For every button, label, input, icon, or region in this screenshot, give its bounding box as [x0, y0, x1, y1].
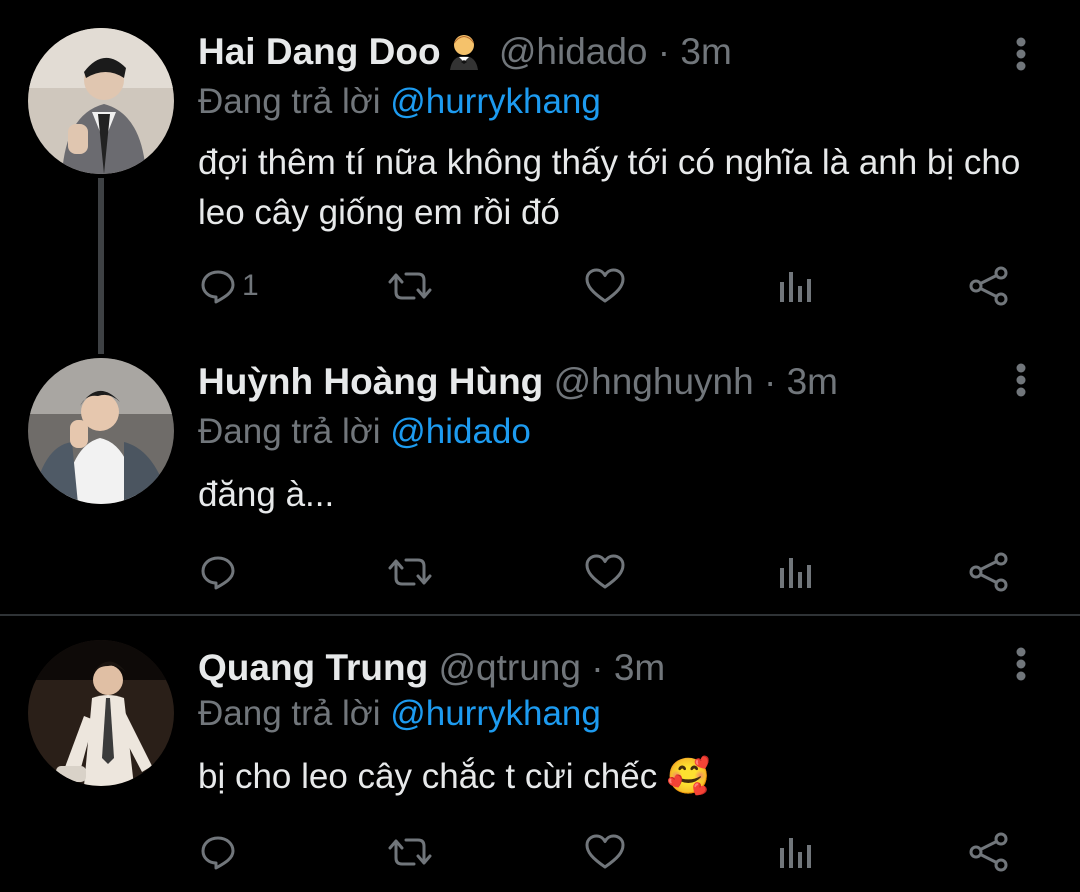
author-name[interactable]: Quang Trung [198, 647, 428, 688]
heart-icon [584, 833, 626, 871]
avatar[interactable] [28, 640, 174, 786]
tweet-text: đợi thêm tí nữa không thấy tới có nghĩa … [198, 143, 1021, 232]
retweet-button[interactable] [388, 822, 432, 882]
action-bar: 1 [0, 256, 1080, 316]
tweet-header: Quang Trung @qtrung · 3m [198, 646, 665, 690]
reply-count: 1 [242, 269, 259, 302]
timestamp[interactable]: 3m [614, 647, 665, 688]
timestamp[interactable]: 3m [787, 361, 838, 402]
tweet-header: Huỳnh Hoàng Hùng @hnghuynh · 3m [198, 360, 838, 404]
retweet-icon [388, 834, 432, 870]
analytics-button[interactable] [778, 822, 814, 882]
like-button[interactable] [584, 542, 626, 602]
like-button[interactable] [584, 256, 626, 316]
reply-button[interactable] [200, 822, 242, 882]
reply-icon [200, 268, 236, 304]
heart-icon [584, 553, 626, 591]
replying-to-mention[interactable]: @hidado [390, 412, 531, 451]
replying-to-label: Đang trả lời [198, 412, 381, 451]
tweet-header: Hai Dang Doo @hidado · 3m [198, 30, 732, 80]
reply-icon [200, 554, 236, 590]
tweet-2[interactable]: Huỳnh Hoàng Hùng @hnghuynh · 3m Đang trả… [0, 330, 1080, 614]
like-button[interactable] [584, 822, 626, 882]
replying-to: Đang trả lời @hurrykhang [198, 692, 601, 736]
author-handle[interactable]: @hnghuynh [554, 361, 754, 402]
action-bar [0, 822, 1080, 882]
separator-dot: · [657, 31, 671, 72]
replying-to-label: Đang trả lời [198, 694, 381, 733]
replying-to: Đang trả lời @hidado [198, 410, 531, 454]
replying-to-mention[interactable]: @hurrykhang [390, 694, 601, 733]
share-icon [968, 552, 1010, 592]
separator-dot: · [591, 647, 604, 688]
reply-icon [200, 834, 236, 870]
more-options-icon[interactable] [1008, 636, 1034, 696]
reply-button[interactable] [200, 542, 242, 602]
retweet-button[interactable] [388, 542, 432, 602]
author-handle[interactable]: @hidado [499, 31, 648, 72]
author-name[interactable]: Huỳnh Hoàng Hùng [198, 361, 543, 402]
share-icon [968, 832, 1010, 872]
share-button[interactable] [968, 822, 1010, 882]
more-options-icon[interactable] [1008, 26, 1034, 86]
avatar[interactable] [28, 28, 174, 174]
avatar[interactable] [28, 358, 174, 504]
replying-to: Đang trả lời @hurrykhang [198, 80, 601, 124]
groom-emoji-icon [447, 32, 481, 80]
retweet-icon [388, 268, 432, 304]
author-handle[interactable]: @qtrung [438, 647, 580, 688]
tweet-3[interactable]: Quang Trung @qtrung · 3m Đang trả lời @h… [0, 616, 1080, 892]
retweet-icon [388, 554, 432, 590]
replying-to-mention[interactable]: @hurrykhang [390, 82, 601, 121]
analytics-icon [778, 268, 814, 304]
tweet-text: bị cho leo cây chắc t cừi chếc 🥰 [198, 757, 711, 796]
heart-icon [584, 267, 626, 305]
share-icon [968, 266, 1010, 306]
tweet-text: đăng à... [198, 475, 335, 514]
tweet-1[interactable]: Hai Dang Doo @hidado · 3m Đang trả lời @… [0, 0, 1080, 330]
analytics-icon [778, 554, 814, 590]
more-options-icon[interactable] [1008, 352, 1034, 412]
analytics-button[interactable] [778, 542, 814, 602]
retweet-button[interactable] [388, 256, 432, 316]
share-button[interactable] [968, 542, 1010, 602]
separator-dot: · [763, 361, 777, 402]
action-bar [0, 542, 1080, 602]
replying-to-label: Đang trả lời [198, 82, 381, 121]
reply-button[interactable]: 1 [200, 256, 259, 316]
share-button[interactable] [968, 256, 1010, 316]
author-name[interactable]: Hai Dang Doo [198, 31, 441, 72]
timestamp[interactable]: 3m [680, 31, 731, 72]
analytics-icon [778, 834, 814, 870]
analytics-button[interactable] [778, 256, 814, 316]
